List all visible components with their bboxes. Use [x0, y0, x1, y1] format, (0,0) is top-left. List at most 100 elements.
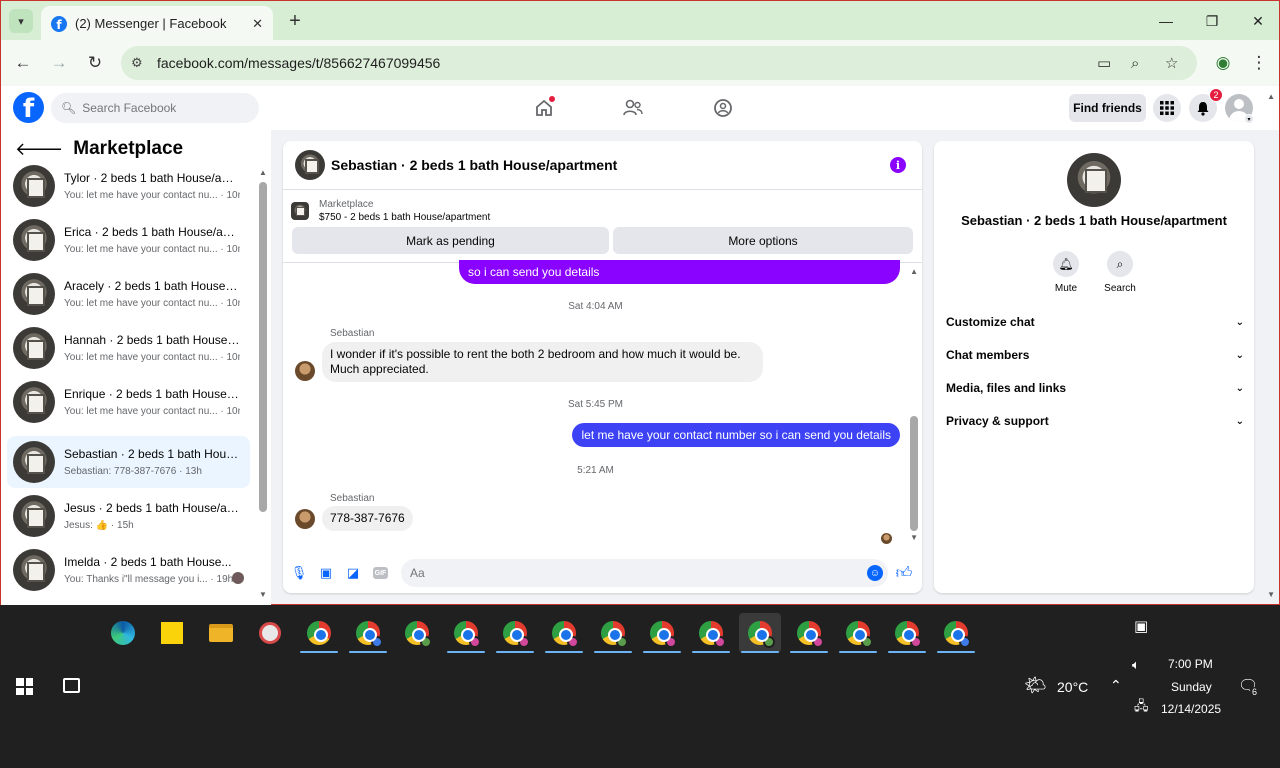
message-input[interactable] — [410, 566, 850, 580]
chrome-menu-icon[interactable]: ⋮ — [1247, 51, 1271, 75]
chrome-app[interactable] — [298, 613, 340, 653]
chrome-profile-app[interactable] — [445, 613, 487, 653]
site-info-icon[interactable]: ⚙ — [131, 55, 151, 71]
find-friends-button[interactable]: Find friends — [1069, 94, 1146, 122]
forward-button[interactable]: → — [47, 51, 71, 75]
conversation-item[interactable]: Erica · 2 beds 1 bath House/apa... You: l… — [7, 214, 250, 266]
chat-thumbnail[interactable] — [295, 150, 325, 180]
restore-button[interactable]: ❐ — [1197, 7, 1227, 35]
conversation-item[interactable]: Hannah · 2 beds 1 bath House/... You: let… — [7, 322, 250, 374]
clock-time[interactable]: 7:00 PM — [1168, 657, 1213, 671]
back-arrow-icon[interactable]: 🡐 — [15, 139, 63, 160]
incoming-message[interactable]: 778-387-7676 — [322, 506, 413, 531]
message-scrollbar[interactable] — [910, 416, 918, 531]
outgoing-message[interactable]: so i can send you details — [459, 260, 900, 284]
chrome-profile-app[interactable] — [641, 613, 683, 653]
facebook-search-input[interactable] — [82, 101, 243, 115]
url-text[interactable]: facebook.com/messages/t/856627467099456 — [157, 55, 440, 71]
clock-date[interactable]: 12/14/2025 — [1161, 702, 1221, 716]
scroll-down-arrow[interactable]: ▼ — [259, 590, 267, 599]
menu-button[interactable] — [1153, 94, 1181, 122]
task-view-button[interactable] — [63, 678, 80, 693]
clock-day[interactable]: Sunday — [1171, 680, 1212, 694]
chrome-profile-app[interactable] — [886, 613, 928, 653]
snipping-app[interactable] — [249, 613, 291, 653]
more-options-button[interactable]: More options — [613, 227, 913, 254]
conversation-item[interactable]: Jesus · 2 beds 1 bath House/apa... Jesus:… — [7, 490, 250, 542]
chrome-profile-app[interactable] — [494, 613, 536, 653]
microphone-icon[interactable]: 🎙︎ — [290, 564, 308, 582]
meet-now-icon[interactable]: ▣ — [1134, 617, 1148, 635]
close-window-button[interactable]: ✕ — [1243, 7, 1273, 35]
chrome-profile-app[interactable] — [396, 613, 438, 653]
media-files-links-section[interactable]: Media, files and links ⌄ — [946, 378, 1244, 398]
gif-icon[interactable]: GIF — [373, 567, 388, 579]
chrome-profile-app[interactable] — [690, 613, 732, 653]
conversation-item-selected[interactable]: Sebastian · 2 beds 1 bath House... Sebast… — [7, 436, 250, 488]
facebook-logo[interactable]: f — [13, 92, 44, 123]
message-input-box[interactable]: ☺ — [401, 559, 888, 587]
chrome-profile-app[interactable] — [788, 613, 830, 653]
sender-avatar[interactable] — [295, 361, 315, 381]
start-button[interactable] — [16, 678, 33, 695]
chrome-profile-app[interactable] — [592, 613, 634, 653]
bookmark-star-icon[interactable]: ☆ — [1165, 46, 1178, 80]
close-icon[interactable]: ✕ — [252, 16, 263, 32]
volume-icon[interactable]: 🔈︎ — [1132, 657, 1140, 673]
info-icon[interactable]: i — [890, 157, 906, 173]
omnibox[interactable]: ⚙ facebook.com/messages/t/85662746709945… — [121, 46, 1197, 80]
privacy-support-section[interactable]: Privacy & support ⌄ — [946, 411, 1244, 431]
profile-icon[interactable]: ◉ — [1211, 51, 1235, 75]
minimize-button[interactable]: — — [1151, 7, 1181, 35]
thumbs-up-icon[interactable]: 👍︎ — [895, 564, 913, 582]
facebook-search[interactable]: 🔍︎ — [51, 93, 259, 123]
install-app-icon[interactable]: ▭ — [1097, 46, 1111, 80]
edge-app[interactable] — [102, 613, 144, 653]
groups-nav[interactable] — [711, 96, 735, 120]
listing-summary[interactable]: Marketplace $750 - 2 beds 1 bath House/a… — [291, 198, 490, 224]
home-nav[interactable] — [532, 96, 556, 120]
mark-as-pending-button[interactable]: Mark as pending — [292, 227, 609, 254]
chrome-profile-app[interactable] — [935, 613, 977, 653]
sticker-icon[interactable]: ◪ — [344, 564, 362, 582]
photo-icon[interactable]: ▣ — [317, 564, 335, 582]
file-explorer-app[interactable] — [200, 613, 242, 653]
incoming-message[interactable]: I wonder if it's possible to rent the bo… — [322, 342, 763, 382]
chrome-profile-app[interactable] — [347, 613, 389, 653]
conversation-item[interactable]: Aracely · 2 beds 1 bath House/a... You: l… — [7, 268, 250, 320]
chat-members-section[interactable]: Chat members ⌄ — [946, 345, 1244, 365]
temperature[interactable]: 20°C — [1057, 679, 1088, 695]
notifications-button[interactable]: 2 — [1189, 88, 1223, 122]
chat-title[interactable]: Sebastian · 2 beds 1 bath House/apartmen… — [331, 157, 617, 173]
page-scroll-down-arrow[interactable]: ▼ — [1267, 590, 1275, 599]
conversation-avatar[interactable] — [1067, 153, 1121, 207]
back-button[interactable]: ← — [11, 51, 35, 75]
scroll-down-arrow[interactable]: ▼ — [910, 533, 918, 542]
conversation-item[interactable]: Tylor · 2 beds 1 bath House/apa... You: l… — [7, 160, 250, 212]
search-button[interactable]: ⌕ Search — [1095, 251, 1145, 294]
friends-nav[interactable] — [621, 96, 645, 120]
scroll-up-arrow[interactable]: ▲ — [259, 168, 267, 177]
conversation-item[interactable]: Imelda · 2 beds 1 bath House... You: Than… — [7, 544, 250, 596]
sticky-notes-app[interactable] — [151, 613, 193, 653]
outgoing-message[interactable]: let me have your contact number so i can… — [572, 423, 900, 447]
weather-icon[interactable]: 🌤︎ — [1024, 675, 1047, 696]
network-icon[interactable]: 🖧 — [1134, 697, 1149, 719]
show-hidden-icons-chevron-icon[interactable]: ⌃ — [1110, 677, 1122, 694]
browser-tab-active[interactable]: f (2) Messenger | Facebook ✕ — [41, 6, 273, 41]
page-scroll-up-arrow[interactable]: ▲ — [1267, 92, 1275, 101]
emoji-icon[interactable]: ☺ — [867, 565, 883, 581]
tab-search-button[interactable]: ▾ — [9, 9, 33, 33]
sender-avatar[interactable] — [295, 509, 315, 529]
chrome-profile-app-active[interactable] — [739, 613, 781, 653]
reload-button[interactable]: ↻ — [83, 51, 107, 75]
chrome-profile-app[interactable] — [543, 613, 585, 653]
chevron-down-icon[interactable]: ▾ — [1244, 114, 1254, 124]
chrome-profile-app[interactable] — [837, 613, 879, 653]
zoom-icon[interactable]: ⌕ — [1131, 46, 1139, 80]
conversation-list-scrollbar[interactable] — [259, 182, 267, 512]
scroll-up-arrow[interactable]: ▲ — [910, 267, 918, 276]
customize-chat-section[interactable]: Customize chat ⌄ — [946, 312, 1244, 332]
new-tab-button[interactable]: + — [283, 9, 307, 33]
mute-button[interactable]: 🔔︎ Mute — [1041, 251, 1091, 294]
